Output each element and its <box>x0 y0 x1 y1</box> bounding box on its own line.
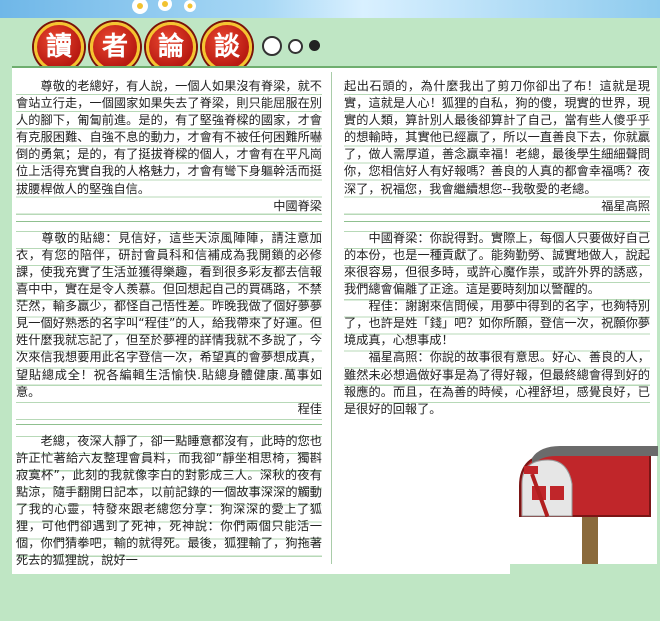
decor-dot-icon <box>309 40 320 51</box>
decor-dot-icon <box>288 39 303 54</box>
letter-3: 老總，夜深人靜了，卻一點睡意都沒有，此時的您也許正忙著給六友整理會員料，而我卻“… <box>16 433 322 570</box>
letter-1-body: 尊敬的老總好，有人說，一個人如果沒有脊梁，就不會站立行走，一個國家如果失去了脊梁… <box>16 79 322 196</box>
reply-2: 程佳：謝謝來信問候，用夢中得到的名字，也夠特別了，也許是姓「錢」吧？如你所願，登… <box>344 299 650 348</box>
left-column: 尊敬的老總好，有人說，一個人如果沒有脊梁，就不會站立行走，一個國家如果失去了脊梁… <box>16 78 322 570</box>
letter-3-body: 老總，夜深人靜了，卻一點睡意都沒有，此時的您也許正忙著給六友整理會員料，而我卻“… <box>16 433 322 568</box>
letter-1-signature: 中國脊梁 <box>273 198 322 213</box>
divider <box>344 220 650 222</box>
divider <box>16 220 322 222</box>
title-char-4: 談 <box>202 22 252 72</box>
reply-3: 福星高照：你說的故事很有意思。好心、善良的人，雖然未必想過做好事是為了得好報，但… <box>344 350 650 416</box>
letter-1: 尊敬的老總好，有人說，一個人如果沒有脊梁，就不會站立行走，一個國家如果失去了脊梁… <box>16 78 322 215</box>
title-char-3: 論 <box>146 22 196 72</box>
letter-3-continued: 起出石頭的，為什麼我出了剪刀你卻出了布！這就是現實，這就是人心！狐狸的自私，狗的… <box>344 78 650 215</box>
letter-2: 尊敬的貼總：見信好，這些天涼風陣陣，請注意加衣，有您的陪伴，研討會員科和信補成為… <box>16 230 322 418</box>
mailbox-icon <box>510 446 660 574</box>
title-char-1: 讀 <box>34 22 84 72</box>
letter-2-body: 尊敬的貼總：見信好，這些天涼風陣陣，請注意加衣，有您的陪伴，研討會員科和信補成為… <box>16 230 322 399</box>
reply-1: 中國脊梁：你說得對。實際上，每個人只要做好自己的本份，也是一種貢獻了。能夠勤勞、… <box>344 230 650 297</box>
title-char-2: 者 <box>90 22 140 72</box>
column-divider <box>331 72 332 564</box>
letter-2-signature: 程佳 <box>297 401 322 416</box>
column-header: 讀 者 論 談 <box>34 16 354 72</box>
letter-3-cont-body: 起出石頭的，為什麼我出了剪刀你卻出了布！這就是現實，這就是人心！狐狸的自私，狗的… <box>344 79 650 196</box>
letter-3-signature: 福星高照 <box>601 198 650 213</box>
page-bottom-band <box>0 574 660 621</box>
decor-dot-icon <box>262 36 282 56</box>
right-column: 起出石頭的，為什麼我出了剪刀你卻出了布！這就是現實，這就是人心！狐狸的自私，狗的… <box>344 78 650 418</box>
divider <box>16 423 322 425</box>
